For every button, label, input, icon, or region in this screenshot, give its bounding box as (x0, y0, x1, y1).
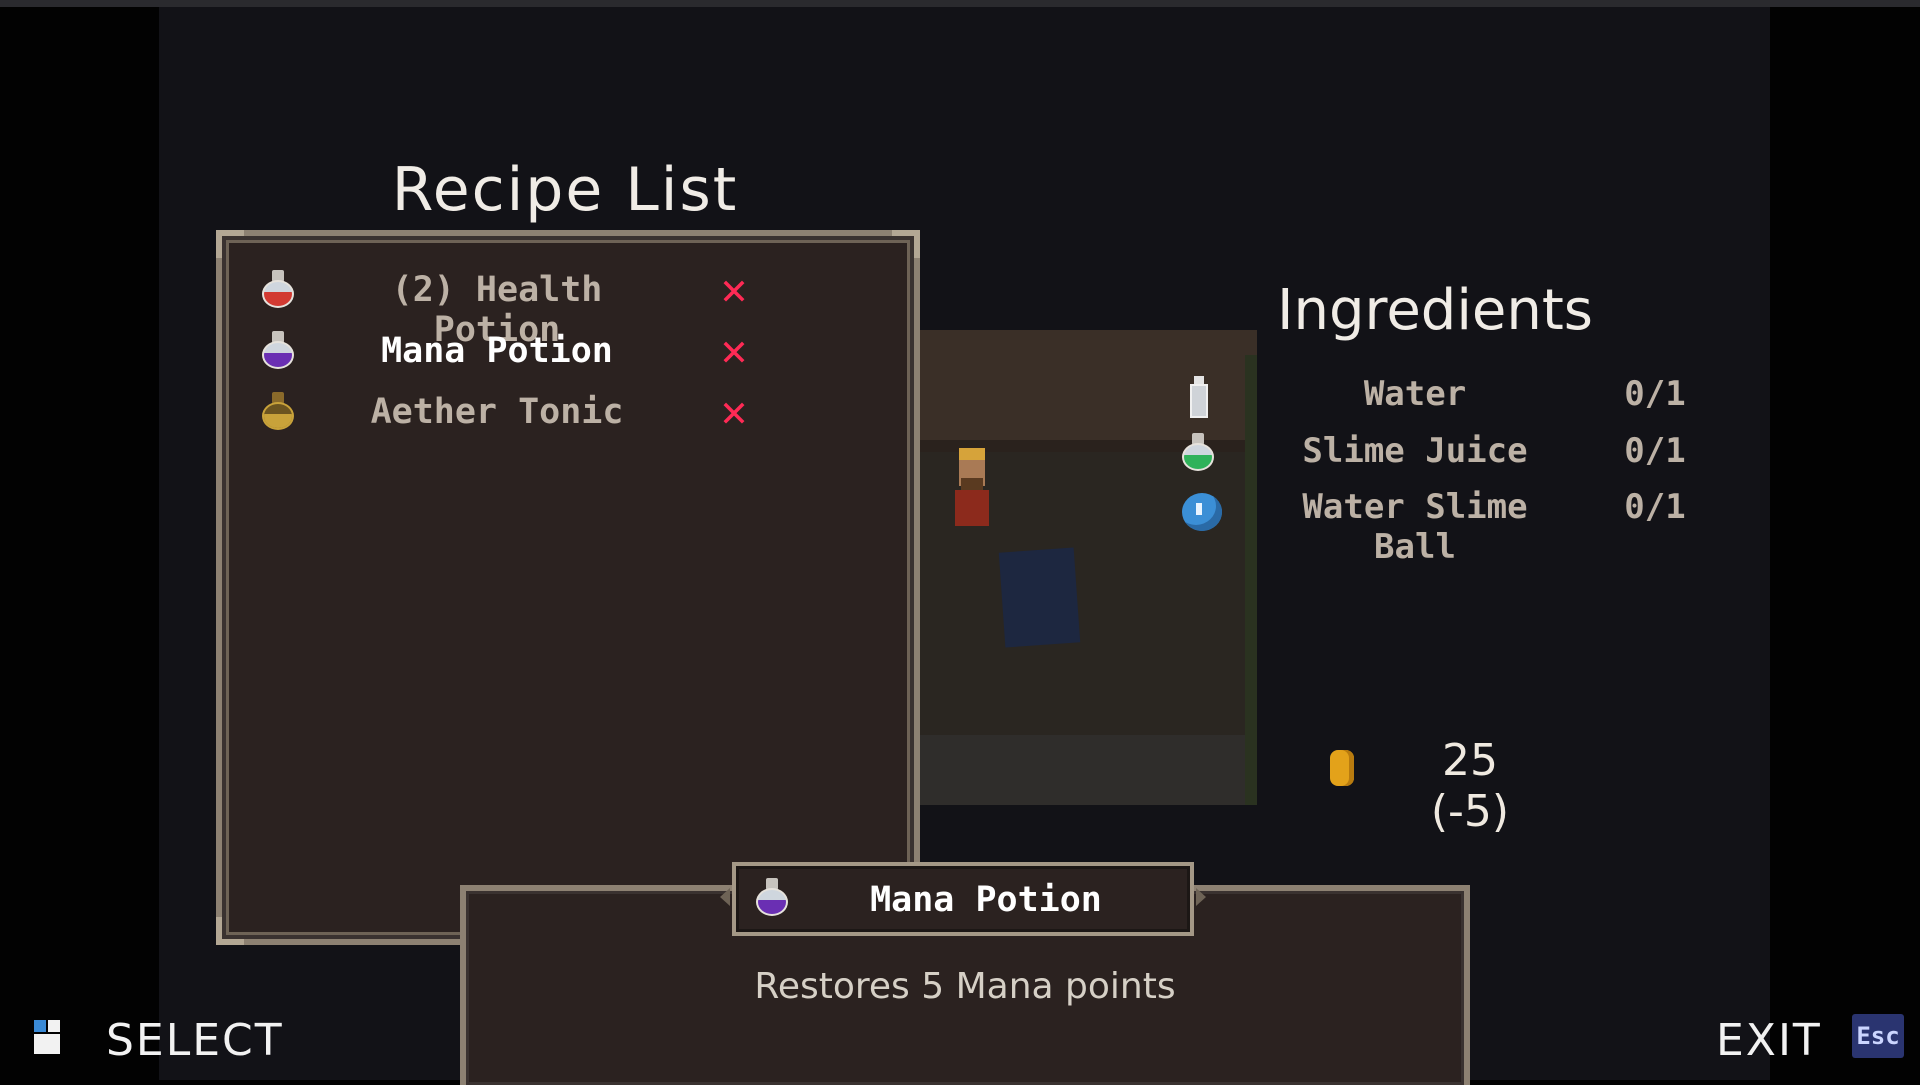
ingredient-name: Water Slime Ball (1302, 487, 1528, 567)
recipe-item-health-potion[interactable]: (2) Health Potion ✕ (252, 264, 772, 350)
scene-floor (917, 735, 1257, 805)
ingredients-title: Ingredients (1277, 278, 1593, 343)
recipe-item-label: Aether Tonic (370, 392, 624, 432)
recipe-list-title: Recipe List (391, 155, 739, 225)
recipe-item-label: Mana Potion (381, 331, 613, 371)
selected-item-name: Mana Potion (870, 880, 1102, 920)
ingredient-count: 0/1 (1624, 431, 1686, 471)
selected-item-nameplate: Mana Potion (732, 862, 1194, 936)
slime-juice-icon (1180, 433, 1220, 475)
mana-potion-icon (754, 878, 790, 920)
missing-ingredients-icon: ✕ (720, 325, 748, 376)
ingredient-name: Slime Juice (1302, 431, 1528, 471)
cost-delta: (-5) (1430, 786, 1510, 837)
item-description: Restores 5 Mana points (754, 966, 1176, 1007)
mana-potion-icon (260, 331, 296, 371)
nameplate-right-arrow-icon (1196, 888, 1206, 906)
panel-corner (892, 230, 920, 258)
select-key-icon (34, 1020, 64, 1056)
king-character-sprite (947, 448, 997, 528)
scene-grass (1245, 355, 1257, 805)
ingredient-count: 0/1 (1624, 487, 1686, 527)
missing-ingredients-icon: ✕ (720, 264, 748, 315)
panel-corner (216, 917, 244, 945)
select-hint: SELECT (106, 1015, 284, 1066)
aether-tonic-icon (260, 392, 296, 432)
ingredient-row: Water 0/1 (1170, 372, 1730, 422)
missing-ingredients-icon: ✕ (720, 386, 748, 437)
ingredient-name: Water (1363, 374, 1467, 414)
recipe-item-mana-potion[interactable]: Mana Potion ✕ (252, 325, 772, 377)
scene-rug (998, 547, 1081, 648)
coin-icon (1330, 750, 1354, 786)
health-potion-icon (260, 270, 296, 310)
water-bottle-icon (1180, 376, 1220, 418)
top-strip (0, 0, 1920, 7)
exit-hint[interactable]: EXIT (1716, 1015, 1822, 1066)
cost-amount: 25 (1442, 735, 1498, 786)
recipe-list-panel: (2) Health Potion ✕ Mana Potion ✕ Aether… (216, 230, 920, 945)
ingredient-row: Water Slime Ball 0/1 (1170, 485, 1730, 567)
esc-key-icon[interactable]: Esc (1852, 1014, 1904, 1058)
panel-corner (216, 230, 244, 258)
water-slime-ball-icon (1180, 489, 1222, 531)
ingredient-row: Slime Juice 0/1 (1170, 429, 1730, 479)
ingredient-count: 0/1 (1624, 374, 1686, 414)
nameplate-left-arrow-icon (720, 888, 730, 906)
recipe-item-aether-tonic[interactable]: Aether Tonic ✕ (252, 386, 772, 438)
